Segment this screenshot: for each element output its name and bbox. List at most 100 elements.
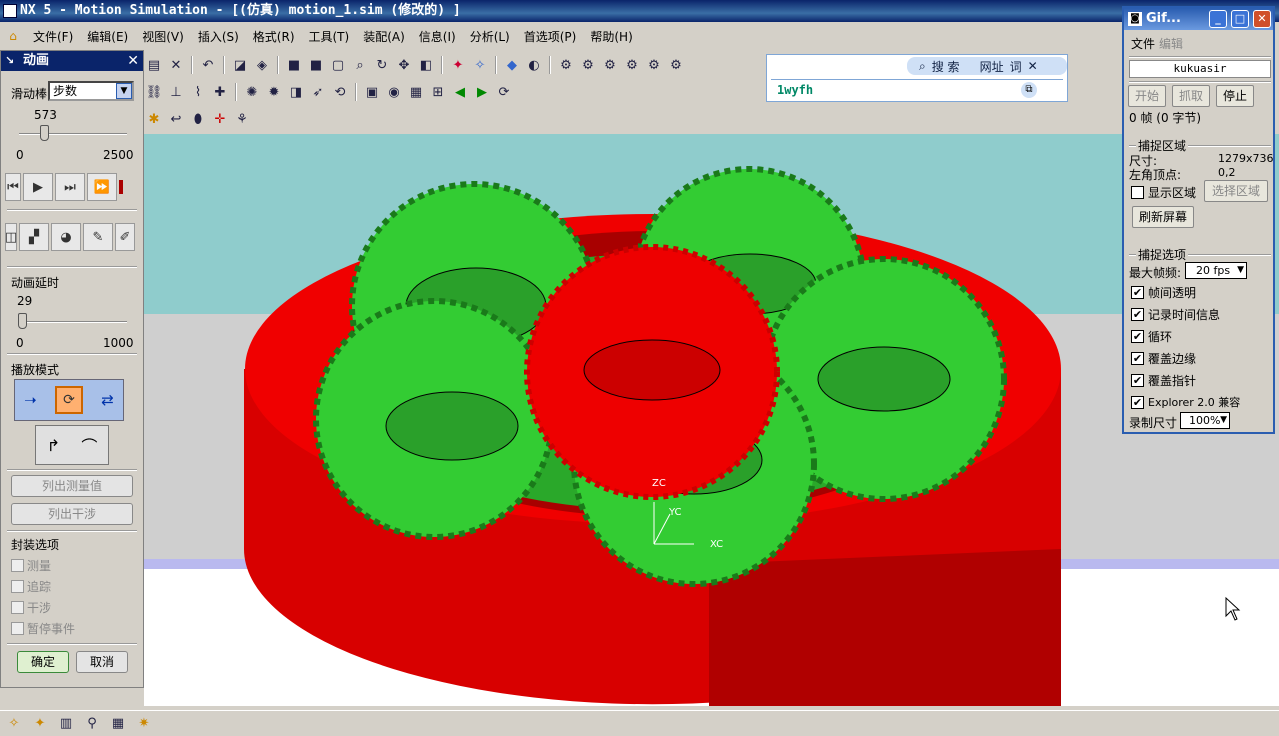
slider-mode-select[interactable]: 步数 ▼ [48, 81, 134, 101]
graphics-viewport[interactable]: ZC YC XC [144, 134, 1279, 706]
option-trace-checkbox[interactable]: 追踪 [11, 578, 51, 595]
table-icon[interactable]: ⊞ [428, 82, 448, 102]
gear-icon[interactable]: ✺ [242, 82, 262, 102]
chevron-down-icon[interactable]: ▼ [1237, 263, 1244, 278]
constraint-icon[interactable]: ⚲ [82, 714, 102, 734]
undo-icon[interactable]: ↶ [198, 55, 218, 75]
export-icon[interactable]: ▞ [19, 223, 49, 251]
chevron-down-icon[interactable]: ▼ [116, 83, 132, 99]
fast-forward-icon[interactable]: ⏩ [87, 173, 117, 201]
shade-icon[interactable]: ◐ [524, 55, 544, 75]
word-label[interactable]: 词 [1010, 58, 1022, 75]
sim6-icon[interactable]: ⚙ [666, 55, 686, 75]
trace-icon[interactable]: ↱ [47, 436, 60, 455]
snap-icon[interactable]: ✛ [210, 109, 230, 129]
play-icon[interactable]: ▶ [23, 173, 53, 201]
ping-pong-icon[interactable]: ⇄ [101, 391, 114, 409]
max-fps-select[interactable]: 20 fps ▼ [1185, 262, 1247, 279]
zoom-icon[interactable]: ⌕ [350, 55, 370, 75]
gear2-icon[interactable]: ✹ [264, 82, 284, 102]
menu-analysis[interactable]: 分析(L) [463, 28, 517, 45]
option-pause-event-checkbox[interactable]: 暂停事件 [11, 620, 75, 637]
fit-icon[interactable]: ▢ [328, 55, 348, 75]
transparent-frames-checkbox[interactable]: ✔ 帧间透明 [1131, 284, 1196, 301]
camera-icon[interactable]: ◕ [51, 223, 81, 251]
search-go-icon[interactable]: ⧉ [1021, 82, 1037, 98]
loop-mode-icon[interactable]: ⟳ [55, 386, 83, 414]
url-label[interactable]: 网址 [980, 58, 1004, 75]
maximize-icon[interactable]: □ [1231, 10, 1249, 28]
step-forward-icon[interactable]: ⏭ [55, 173, 85, 201]
gif-menu-file[interactable]: 文件 [1131, 35, 1155, 52]
sim2-icon[interactable]: ⚙ [578, 55, 598, 75]
pin-icon[interactable]: ↘ [5, 55, 17, 67]
undo2-icon[interactable]: ↩ [166, 109, 186, 129]
sim3-icon[interactable]: ⚙ [600, 55, 620, 75]
option-interference-checkbox[interactable]: 干涉 [11, 599, 51, 616]
record-time-checkbox[interactable]: ✔ 记录时间信息 [1131, 306, 1220, 323]
sim4-icon[interactable]: ⚙ [622, 55, 642, 75]
mouse-icon[interactable]: ⬮ [188, 109, 208, 129]
render-icon[interactable]: ✦ [448, 55, 468, 75]
torque-icon[interactable]: ⟲ [330, 82, 350, 102]
wizard-icon[interactable]: ✧ [4, 714, 24, 734]
plot-icon[interactable]: ▦ [406, 82, 426, 102]
menu-insert[interactable]: 插入(S) [191, 28, 246, 45]
link-path-icon[interactable]: ✐ [115, 223, 135, 251]
sim-icon[interactable]: ⚙ [556, 55, 576, 75]
step-back-icon[interactable]: ⏮ [5, 173, 21, 201]
explorer-compat-checkbox[interactable]: ✔ Explorer 2.0 兼容 [1131, 394, 1240, 410]
snapshot-icon[interactable]: ◫ [5, 223, 17, 251]
cube-icon[interactable]: ◆ [502, 55, 522, 75]
close-icon[interactable]: ✕ [127, 51, 139, 71]
block-icon[interactable]: ■ [284, 55, 304, 75]
search-label[interactable]: 搜 索 [932, 58, 960, 75]
explode-icon[interactable]: ⌒ [81, 433, 97, 457]
list-measure-button[interactable]: 列出测量值 [11, 475, 133, 497]
sim5-icon[interactable]: ⚙ [644, 55, 664, 75]
loop-checkbox[interactable]: ✔ 循环 [1131, 328, 1172, 345]
point-icon[interactable]: ✱ [144, 109, 164, 129]
select-area-button[interactable]: 选择区域 [1204, 180, 1268, 202]
close-icon[interactable]: ✕ [1253, 10, 1271, 28]
close-icon[interactable]: ✕ [1028, 59, 1038, 73]
minimize-icon[interactable]: _ [1209, 10, 1227, 28]
option-measure-checkbox[interactable]: 测量 [11, 557, 51, 574]
trace-path-icon[interactable]: ✎ [83, 223, 113, 251]
loop-icon[interactable]: ⟳ [494, 82, 514, 102]
play-once-icon[interactable]: ➝ [24, 391, 37, 409]
menu-help[interactable]: 帮助(H) [583, 28, 639, 45]
spring-icon[interactable]: ⌇ [188, 82, 208, 102]
arrow-left-icon[interactable]: ◀ [450, 82, 470, 102]
arrow-right-icon[interactable]: ▶ [472, 82, 492, 102]
copy-icon[interactable]: ▤ [144, 55, 164, 75]
joint-icon[interactable]: ⊥ [166, 82, 186, 102]
motion-icon[interactable]: ✷ [134, 714, 154, 734]
view-icon[interactable]: ◧ [416, 55, 436, 75]
menu-file[interactable]: 文件(F) [26, 28, 80, 45]
delete-icon[interactable]: ✕ [166, 55, 186, 75]
start-button[interactable]: 开始 [1128, 85, 1166, 107]
force-icon[interactable]: ➶ [308, 82, 328, 102]
menu-assembly[interactable]: 装配(A) [356, 28, 412, 45]
menu-preferences[interactable]: 首选项(P) [517, 28, 584, 45]
block2-icon[interactable]: ■ [306, 55, 326, 75]
menu-format[interactable]: 格式(R) [246, 28, 302, 45]
refresh-screen-button[interactable]: 刷新屏幕 [1132, 206, 1194, 228]
list-interference-button[interactable]: 列出干涉 [11, 503, 133, 525]
menu-view[interactable]: 视图(V) [135, 28, 191, 45]
menu-edit[interactable]: 编辑(E) [80, 28, 135, 45]
delay-slider-thumb[interactable] [18, 313, 28, 329]
arrangement-icon[interactable]: ▦ [108, 714, 128, 734]
delay-slider-track[interactable] [19, 321, 127, 323]
ok-button[interactable]: 确定 [17, 651, 69, 673]
select-icon[interactable]: ◪ [230, 55, 250, 75]
chevron-down-icon[interactable]: ▼ [1220, 413, 1227, 428]
rotate-icon[interactable]: ↻ [372, 55, 392, 75]
component-icon[interactable]: ▥ [56, 714, 76, 734]
pan-icon[interactable]: ✥ [394, 55, 414, 75]
result-icon[interactable]: ◉ [384, 82, 404, 102]
step-slider-thumb[interactable] [39, 125, 49, 141]
cover-pointer-checkbox[interactable]: ✔ 覆盖指针 [1131, 372, 1196, 389]
stop-marker-icon[interactable] [119, 180, 123, 194]
